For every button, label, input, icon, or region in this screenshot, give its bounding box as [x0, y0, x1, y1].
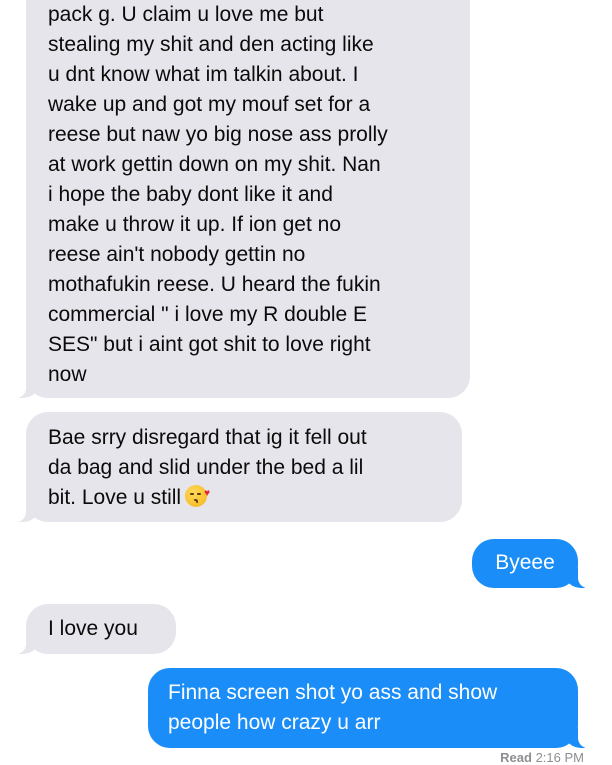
message-line: now [48, 363, 87, 386]
message-line: reese but naw yo big nose ass prolly [48, 123, 388, 146]
message-line: commercial " i love my R double E [48, 303, 368, 326]
message-line: bit. Love u still ♥ [48, 483, 442, 513]
face-blowing-a-kiss-emoji: ♥ [185, 485, 210, 507]
message-line: make u throw it up. If ion get no [48, 213, 341, 236]
incoming-message-bubble[interactable]: pack g. U claim u love me but stealing m… [0, 0, 470, 398]
message-line: da bag and slid under the bed a lil [48, 456, 364, 479]
message-line: people how crazy u arr [168, 711, 381, 734]
message-line: wake up and got my mouf set for a [48, 93, 371, 116]
message-line: reese ain't nobody gettin no [48, 243, 306, 266]
message-line: i hope the baby dont like it and [48, 183, 333, 206]
message-line: u dnt know what im talkin about. I [48, 63, 359, 86]
incoming-message-bubble[interactable]: Bae srry disregard that ig it fell out d… [0, 412, 462, 522]
read-receipt-label: Read [500, 750, 532, 765]
incoming-message-bubble[interactable]: I love you [0, 604, 176, 654]
message-text: Byeee [495, 551, 555, 574]
message-text: bit. Love u still [48, 486, 182, 509]
message-line: pack g. U claim u love me but [48, 3, 324, 26]
message-line: Finna screen shot yo ass and show [168, 681, 498, 704]
message-text: I love you [48, 617, 138, 640]
message-line: SES" but i aint got shit to love right [48, 333, 371, 356]
outgoing-message-bubble[interactable]: Byeee [472, 539, 604, 588]
message-line: stealing my shit and den acting like [48, 33, 374, 56]
outgoing-message-bubble[interactable]: Finna screen shot yo ass and show people… [148, 668, 604, 748]
message-line: Bae srry disregard that ig it fell out [48, 426, 367, 449]
message-line: mothafukin reese. U heard the fukin [48, 273, 381, 296]
read-receipt-time: 2:16 PM [535, 750, 584, 765]
read-receipt: Read 2:16 PM [500, 750, 584, 765]
message-line: at work gettin down on my shit. Nan [48, 153, 381, 176]
